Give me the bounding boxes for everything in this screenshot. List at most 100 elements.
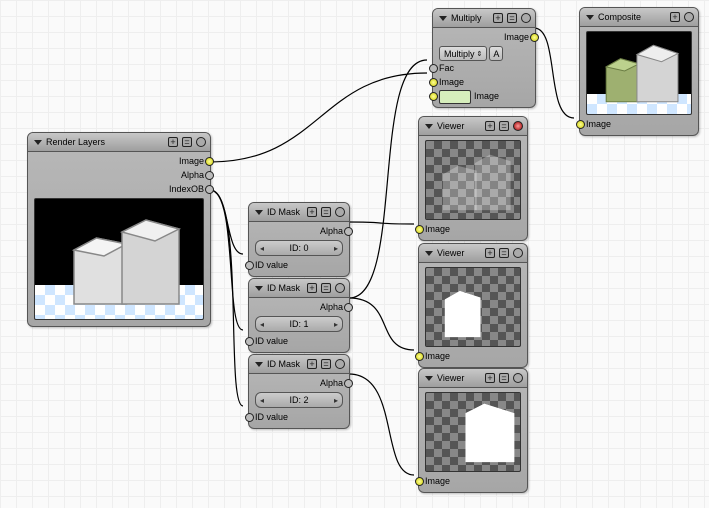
options-button[interactable]: [499, 248, 509, 258]
output-alpha-socket[interactable]: [344, 303, 353, 312]
id-spinner[interactable]: ◂ID: 2▸: [255, 392, 343, 408]
add-button[interactable]: [485, 373, 495, 383]
dot-button[interactable]: [513, 248, 523, 258]
dot-button[interactable]: [335, 359, 345, 369]
output-alpha-socket[interactable]: [344, 379, 353, 388]
node-title: Viewer: [437, 247, 481, 259]
add-button[interactable]: [493, 13, 503, 23]
viewer-preview: [425, 392, 521, 472]
node-title: Viewer: [437, 120, 481, 132]
node-header[interactable]: Viewer: [419, 117, 527, 136]
collapse-icon[interactable]: [255, 210, 263, 215]
node-id-mask-0[interactable]: ID Mask Alpha ◂ID: 0▸ ID value: [248, 202, 350, 277]
input-image-label: Image: [586, 119, 611, 129]
input-image2-label: Image: [474, 91, 499, 101]
output-alpha-socket[interactable]: [205, 171, 214, 180]
input-fac-socket[interactable]: [429, 64, 438, 73]
input-idvalue-socket[interactable]: [245, 337, 254, 346]
output-alpha-socket[interactable]: [344, 227, 353, 236]
node-header[interactable]: Viewer: [419, 244, 527, 263]
add-button[interactable]: [670, 12, 680, 22]
collapse-icon[interactable]: [255, 286, 263, 291]
chevron-right-icon[interactable]: ▸: [332, 396, 340, 405]
color-swatch[interactable]: [439, 90, 471, 104]
output-indexob-socket[interactable]: [205, 185, 214, 194]
input-idvalue-label: ID value: [255, 336, 288, 346]
add-button[interactable]: [307, 283, 317, 293]
node-header[interactable]: Render Layers: [28, 133, 210, 152]
node-title: ID Mask: [267, 358, 303, 370]
blend-mode-select[interactable]: Multiply ⇕: [439, 46, 487, 61]
alpha-toggle[interactable]: A: [489, 46, 503, 61]
options-button[interactable]: [321, 283, 331, 293]
dot-button[interactable]: [684, 12, 694, 22]
node-multiply[interactable]: Multiply Image Multiply ⇕A Fac Image Ima…: [432, 8, 536, 108]
output-image-socket[interactable]: [530, 33, 539, 42]
output-alpha-label: Alpha: [320, 302, 343, 312]
node-viewer-2[interactable]: Viewer Image: [418, 368, 528, 493]
node-header[interactable]: Multiply: [433, 9, 535, 28]
node-render-layers[interactable]: Render Layers Image Alpha IndexOB: [27, 132, 211, 327]
input-idvalue-socket[interactable]: [245, 261, 254, 270]
chevron-right-icon[interactable]: ▸: [332, 244, 340, 253]
input-idvalue-socket[interactable]: [245, 413, 254, 422]
collapse-icon[interactable]: [34, 140, 42, 145]
node-viewer-0[interactable]: Viewer Image: [418, 116, 528, 241]
collapse-icon[interactable]: [425, 251, 433, 256]
node-header[interactable]: ID Mask: [249, 203, 349, 222]
output-image-socket[interactable]: [205, 157, 214, 166]
node-viewer-1[interactable]: Viewer Image: [418, 243, 528, 368]
id-value: ID: 0: [289, 243, 308, 253]
dot-button[interactable]: [196, 137, 206, 147]
options-button[interactable]: [507, 13, 517, 23]
options-button[interactable]: [182, 137, 192, 147]
node-editor-canvas[interactable]: Render Layers Image Alpha IndexOB ID Mas…: [0, 0, 709, 508]
dot-button[interactable]: [521, 13, 531, 23]
input-image-socket[interactable]: [415, 225, 424, 234]
collapse-icon[interactable]: [586, 15, 594, 20]
add-button[interactable]: [485, 121, 495, 131]
options-button[interactable]: [321, 359, 331, 369]
input-image-socket[interactable]: [415, 352, 424, 361]
collapse-icon[interactable]: [425, 376, 433, 381]
add-button[interactable]: [307, 207, 317, 217]
options-button[interactable]: [321, 207, 331, 217]
collapse-icon[interactable]: [439, 16, 447, 21]
input-image-socket[interactable]: [415, 477, 424, 486]
dot-button[interactable]: [513, 121, 523, 131]
add-button[interactable]: [307, 359, 317, 369]
options-button[interactable]: [499, 373, 509, 383]
chevron-right-icon[interactable]: ▸: [332, 320, 340, 329]
composite-preview: [586, 31, 692, 115]
add-button[interactable]: [168, 137, 178, 147]
dot-button[interactable]: [513, 373, 523, 383]
node-title: ID Mask: [267, 282, 303, 294]
node-header[interactable]: Composite: [580, 8, 698, 27]
node-header[interactable]: Viewer: [419, 369, 527, 388]
id-spinner[interactable]: ◂ID: 1▸: [255, 316, 343, 332]
input-image2-socket[interactable]: [429, 92, 438, 101]
node-id-mask-2[interactable]: ID Mask Alpha ◂ID: 2▸ ID value: [248, 354, 350, 429]
dot-button[interactable]: [335, 207, 345, 217]
id-spinner[interactable]: ◂ ID: 0 ▸: [255, 240, 343, 256]
dot-button[interactable]: [335, 283, 345, 293]
output-alpha-label: Alpha: [320, 378, 343, 388]
collapse-icon[interactable]: [425, 124, 433, 129]
output-indexob-label: IndexOB: [169, 184, 204, 194]
node-composite[interactable]: Composite Image: [579, 7, 699, 136]
chevron-left-icon[interactable]: ◂: [258, 396, 266, 405]
node-header[interactable]: ID Mask: [249, 355, 349, 374]
output-image-label: Image: [179, 156, 204, 166]
input-image-socket[interactable]: [576, 120, 585, 129]
chevron-left-icon[interactable]: ◂: [258, 244, 266, 253]
add-button[interactable]: [485, 248, 495, 258]
node-id-mask-1[interactable]: ID Mask Alpha ◂ID: 1▸ ID value: [248, 278, 350, 353]
options-button[interactable]: [499, 121, 509, 131]
node-header[interactable]: ID Mask: [249, 279, 349, 298]
chevron-left-icon[interactable]: ◂: [258, 320, 266, 329]
node-title: Composite: [598, 11, 666, 23]
collapse-icon[interactable]: [255, 362, 263, 367]
input-fac-label: Fac: [439, 63, 454, 73]
input-image-label: Image: [425, 476, 450, 486]
input-image1-socket[interactable]: [429, 78, 438, 87]
